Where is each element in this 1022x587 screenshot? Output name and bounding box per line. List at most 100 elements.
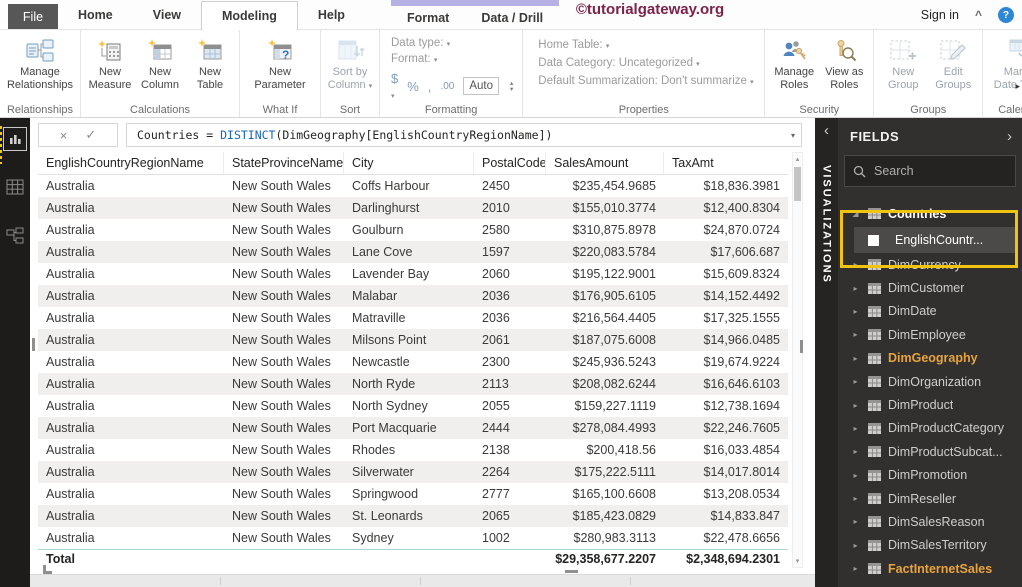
fields-table-dimdate[interactable]: ▸DimDate bbox=[838, 300, 1022, 323]
tab-modeling[interactable]: Modeling bbox=[201, 1, 298, 30]
fields-table-dimorganization[interactable]: ▸DimOrganization bbox=[838, 370, 1022, 393]
scroll-up-icon[interactable]: ▴ bbox=[796, 153, 800, 165]
group-security: Manage Roles View as Roles Security bbox=[765, 30, 874, 117]
fields-table-dimcustomer[interactable]: ▸ DimCustomer bbox=[838, 276, 1022, 299]
tab-view[interactable]: View bbox=[133, 0, 201, 29]
fields-table-dimgeography[interactable]: ▸DimGeography bbox=[838, 347, 1022, 370]
new-group-button[interactable]: New Group bbox=[879, 34, 927, 91]
field-checkbox[interactable] bbox=[868, 235, 879, 246]
help-icon[interactable]: ? bbox=[998, 7, 1014, 23]
new-parameter-button[interactable]: ? New Parameter bbox=[245, 34, 315, 91]
expand-table-icon[interactable]: ▸ bbox=[850, 447, 861, 456]
fields-table-dimpromotion[interactable]: ▸DimPromotion bbox=[838, 464, 1022, 487]
expand-table-icon[interactable]: ▸ bbox=[850, 517, 861, 526]
tab-help[interactable]: Help bbox=[298, 0, 365, 29]
sort-by-column-button[interactable]: Sort by Column ▾ bbox=[326, 34, 374, 92]
table-grid-icon bbox=[868, 423, 881, 434]
tab-format[interactable]: Format bbox=[391, 6, 465, 29]
search-box[interactable] bbox=[844, 155, 1016, 187]
manage-roles-button[interactable]: Manage Roles bbox=[770, 34, 818, 91]
cancel-formula-icon[interactable]: × bbox=[60, 128, 68, 143]
expand-table-icon[interactable]: ▸ bbox=[850, 330, 861, 339]
scroll-down-icon[interactable]: ▾ bbox=[796, 555, 800, 567]
ribbon-overflow-icon[interactable]: ▸ bbox=[1015, 82, 1020, 92]
fields-table-dimcurrency[interactable]: ▸DimCurrency bbox=[838, 253, 1022, 276]
table-scrollbar[interactable]: ▴ ▾ bbox=[792, 152, 803, 568]
fields-table-dimsalesterritory[interactable]: ▸DimSalesTerritory bbox=[838, 534, 1022, 557]
fields-table-factinternetsales[interactable]: ▸FactInternetSales bbox=[838, 557, 1022, 580]
expand-table-icon[interactable]: ▸ bbox=[850, 424, 861, 433]
data-category-dropdown[interactable]: Data Category: Uncategorized ▾ bbox=[538, 57, 753, 69]
resize-handle-corner[interactable] bbox=[43, 565, 52, 574]
table-label: DimCustomer bbox=[888, 281, 964, 295]
collapse-ribbon-icon[interactable]: ^ bbox=[975, 8, 982, 22]
expand-table-icon[interactable]: ▸ bbox=[850, 401, 861, 410]
expand-table-icon[interactable]: ▸ bbox=[850, 564, 861, 573]
fields-table-countries[interactable]: ◢Countries bbox=[838, 200, 1022, 227]
scrollbar-thumb[interactable] bbox=[794, 167, 801, 201]
new-table-button[interactable]: New Table bbox=[186, 34, 234, 91]
file-tab[interactable]: File bbox=[8, 4, 58, 29]
expand-table-icon[interactable]: ▸ bbox=[850, 471, 861, 480]
expand-table-icon[interactable]: ▸ bbox=[850, 284, 861, 293]
expand-formula-bar-icon[interactable]: ▾ bbox=[791, 131, 795, 140]
resize-handle-right[interactable] bbox=[800, 340, 803, 353]
model-view-button[interactable] bbox=[4, 224, 26, 246]
resize-handle-left[interactable] bbox=[32, 338, 35, 351]
fields-table-dimsalesreason[interactable]: ▸DimSalesReason bbox=[838, 510, 1022, 533]
expand-table-icon[interactable]: ▸ bbox=[850, 354, 861, 363]
column-header[interactable]: PostalCode bbox=[474, 152, 546, 174]
contextual-tab-group: Format Data / Drill bbox=[391, 0, 559, 29]
expand-table-icon[interactable]: ▸ bbox=[850, 307, 861, 316]
fields-table-dimreseller[interactable]: ▸DimReseller bbox=[838, 487, 1022, 510]
column-header[interactable]: EnglishCountryRegionName bbox=[38, 152, 224, 174]
new-measure-button[interactable]: New Measure bbox=[86, 34, 134, 91]
sign-in-button[interactable]: Sign in bbox=[921, 8, 959, 22]
collapse-fields-icon[interactable]: › bbox=[1007, 128, 1012, 145]
chevron-down-icon: ▾ bbox=[369, 82, 373, 90]
thousands-separator-button[interactable]: , bbox=[428, 79, 432, 94]
search-input[interactable] bbox=[874, 164, 994, 178]
decimal-auto-input[interactable]: Auto bbox=[463, 77, 499, 95]
home-table-dropdown[interactable]: Home Table: ▾ bbox=[538, 39, 753, 51]
fields-table-dimemployee[interactable]: ▸DimEmployee bbox=[838, 323, 1022, 346]
expand-table-icon[interactable]: ▸ bbox=[850, 377, 861, 386]
column-header[interactable]: SalesAmount bbox=[546, 152, 664, 174]
data-type-dropdown[interactable]: Data type: ▾ bbox=[391, 37, 513, 49]
visualizations-panel-collapsed[interactable]: ‹ VISUALIZATIONS bbox=[815, 118, 838, 587]
view-as-roles-button[interactable]: View as Roles bbox=[820, 34, 868, 91]
format-dropdown[interactable]: Format: ▾ bbox=[391, 53, 513, 65]
fields-table-dimproductsubcat[interactable]: ▸DimProductSubcat... bbox=[838, 440, 1022, 463]
column-header[interactable]: StateProvinceName bbox=[224, 152, 344, 174]
report-view-button[interactable] bbox=[4, 128, 26, 150]
expand-table-icon[interactable]: ▸ bbox=[850, 260, 861, 269]
expand-visualizations-icon[interactable]: ‹ bbox=[824, 122, 829, 139]
field-item-englishcountr[interactable]: EnglishCountr... bbox=[854, 227, 1018, 253]
manage-relationships-button[interactable]: Manage Relationships bbox=[5, 34, 75, 91]
fields-table-dimproductcategory[interactable]: ▸DimProductCategory bbox=[838, 417, 1022, 440]
collapse-table-icon[interactable]: ◢ bbox=[850, 209, 861, 218]
percent-format-button[interactable]: % bbox=[407, 79, 419, 94]
commit-formula-icon[interactable]: ✓ bbox=[85, 127, 96, 143]
table-visual[interactable]: EnglishCountryRegionNameStateProvinceNam… bbox=[38, 152, 788, 569]
fields-table-dimproduct[interactable]: ▸DimProduct bbox=[838, 393, 1022, 416]
column-header[interactable]: City bbox=[344, 152, 474, 174]
edit-groups-button[interactable]: Edit Groups bbox=[929, 34, 977, 91]
formula-input[interactable]: Countries = DISTINCT(DimGeography[Englis… bbox=[126, 123, 802, 147]
new-column-button[interactable]: New Column bbox=[136, 34, 184, 91]
tab-data-drill[interactable]: Data / Drill bbox=[465, 6, 559, 29]
table-cell: $16,033.4854 bbox=[664, 439, 788, 461]
table-cell: $16,646.6103 bbox=[664, 373, 788, 395]
expand-table-icon[interactable]: ▸ bbox=[850, 541, 861, 550]
table-cell: $216,564.4405 bbox=[546, 307, 664, 329]
resize-handle-bottom[interactable] bbox=[565, 570, 578, 573]
data-view-button[interactable] bbox=[4, 176, 26, 198]
expand-table-icon[interactable]: ▸ bbox=[850, 494, 861, 503]
default-summarization-dropdown[interactable]: Default Summarization: Don't summarize ▾ bbox=[538, 75, 753, 87]
column-header[interactable]: TaxAmt bbox=[664, 152, 788, 174]
currency-format-button[interactable]: $ ▾ bbox=[391, 71, 398, 101]
table-cell: New South Wales bbox=[224, 439, 344, 461]
decimal-stepper[interactable]: ▴▾ bbox=[510, 80, 513, 92]
tab-home[interactable]: Home bbox=[58, 0, 133, 29]
group-groups: New Group Edit Groups Groups bbox=[874, 30, 983, 117]
